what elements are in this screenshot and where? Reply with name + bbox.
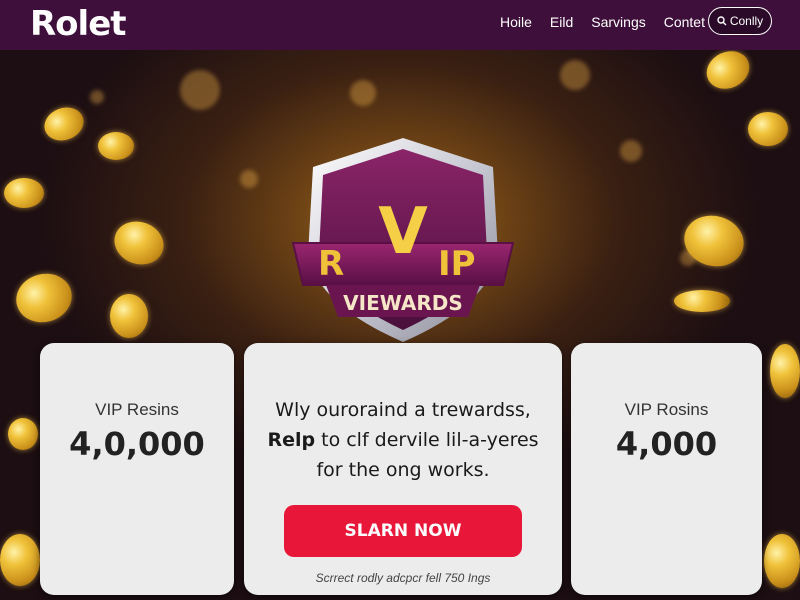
promo-line-2-bold: Relp [267, 429, 316, 451]
fine-print: Scrrect rodly adcpcr fell 750 Ings [315, 571, 491, 585]
info-cards: VIP Resins 4,0,000 Wly ouroraind a trewa… [0, 0, 800, 600]
top-nav-bar: Rolet Hoile Eild Sarvings Contet Conlly [0, 0, 800, 50]
stat-value: 4,0,000 [69, 425, 205, 463]
promo-line-3: for the ong works. [316, 459, 490, 481]
stat-label: VIP Resins [95, 400, 179, 419]
nav-item-contact[interactable]: Contet [664, 14, 705, 30]
search-icon [717, 16, 727, 26]
promo-line-1: Wly ouroraind a trewardss, [275, 399, 531, 421]
nav-item-home[interactable]: Hoile [500, 14, 532, 30]
stat-label: VIP Rosins [624, 400, 709, 419]
learn-now-button[interactable]: SLARN NOW [284, 505, 522, 557]
contact-button[interactable]: Conlly [708, 7, 772, 35]
promo-card: Wly ouroraind a trewardss, Relp to clf d… [244, 343, 562, 595]
promo-line-2: Relp to clf dervile lil-a-yeres [244, 425, 562, 455]
contact-button-label: Conlly [729, 14, 764, 28]
stat-value: 4,000 [615, 425, 718, 463]
promo-text: Wly ouroraind a trewardss, Relp to clf d… [244, 395, 562, 485]
promo-line-2-rest: to clf dervile lil-a-yeres [315, 429, 539, 451]
nav-item-services[interactable]: Sarvings [591, 14, 645, 30]
stat-card-right: VIP Rosins 4,000 [571, 343, 762, 595]
nav-item-eild[interactable]: Eild [550, 14, 573, 30]
stat-card-left: VIP Resins 4,0,000 [40, 343, 234, 595]
main-nav: Hoile Eild Sarvings Contet [500, 0, 723, 44]
brand-logo[interactable]: Rolet [30, 4, 127, 44]
